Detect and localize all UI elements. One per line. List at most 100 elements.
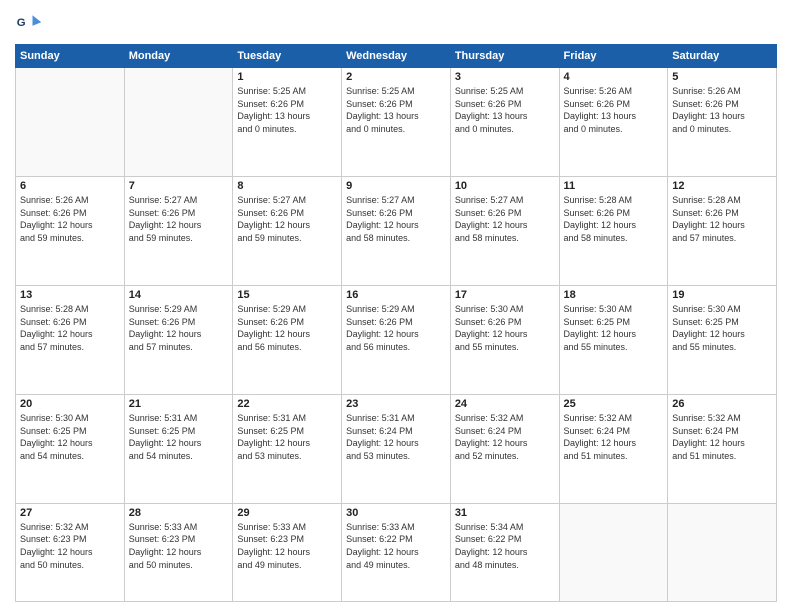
- day-info: Sunrise: 5:30 AM Sunset: 6:26 PM Dayligh…: [455, 303, 555, 353]
- day-info: Sunrise: 5:29 AM Sunset: 6:26 PM Dayligh…: [346, 303, 446, 353]
- day-info: Sunrise: 5:30 AM Sunset: 6:25 PM Dayligh…: [20, 412, 120, 462]
- day-info: Sunrise: 5:27 AM Sunset: 6:26 PM Dayligh…: [346, 194, 446, 244]
- day-number: 5: [672, 71, 772, 83]
- weekday-header-row: SundayMondayTuesdayWednesdayThursdayFrid…: [16, 45, 777, 68]
- day-info: Sunrise: 5:30 AM Sunset: 6:25 PM Dayligh…: [564, 303, 664, 353]
- day-number: 18: [564, 289, 664, 301]
- svg-text:G: G: [17, 17, 26, 29]
- calendar-cell: 25 Sunrise: 5:32 AM Sunset: 6:24 PM Dayli…: [559, 394, 668, 503]
- day-info: Sunrise: 5:32 AM Sunset: 6:24 PM Dayligh…: [564, 412, 664, 462]
- day-info: Sunrise: 5:26 AM Sunset: 6:26 PM Dayligh…: [672, 85, 772, 135]
- calendar-cell: 13 Sunrise: 5:28 AM Sunset: 6:26 PM Dayli…: [16, 285, 125, 394]
- day-info: Sunrise: 5:32 AM Sunset: 6:24 PM Dayligh…: [455, 412, 555, 462]
- calendar-cell: 14 Sunrise: 5:29 AM Sunset: 6:26 PM Dayli…: [124, 285, 233, 394]
- day-number: 19: [672, 289, 772, 301]
- day-info: Sunrise: 5:31 AM Sunset: 6:25 PM Dayligh…: [237, 412, 337, 462]
- weekday-header-saturday: Saturday: [668, 45, 777, 68]
- calendar-cell: 22 Sunrise: 5:31 AM Sunset: 6:25 PM Dayli…: [233, 394, 342, 503]
- day-number: 16: [346, 289, 446, 301]
- calendar-cell: 11Sunrise: 5:28 AM Sunset: 6:26 PM Dayli…: [559, 176, 668, 285]
- calendar-cell: 20 Sunrise: 5:30 AM Sunset: 6:25 PM Dayli…: [16, 394, 125, 503]
- day-info: Sunrise: 5:27 AM Sunset: 6:26 PM Dayligh…: [237, 194, 337, 244]
- calendar-cell: 29 Sunrise: 5:33 AM Sunset: 6:23 PM Dayli…: [233, 503, 342, 601]
- day-info: Sunrise: 5:31 AM Sunset: 6:24 PM Dayligh…: [346, 412, 446, 462]
- page: G SundayMondayTuesdayWednesdayThursdayFr…: [0, 0, 792, 612]
- logo-icon: G: [15, 10, 43, 38]
- day-number: 3: [455, 71, 555, 83]
- calendar-cell: [16, 68, 125, 177]
- calendar-table: SundayMondayTuesdayWednesdayThursdayFrid…: [15, 44, 777, 602]
- calendar-cell: [668, 503, 777, 601]
- calendar-cell: 7Sunrise: 5:27 AM Sunset: 6:26 PM Daylig…: [124, 176, 233, 285]
- day-info: Sunrise: 5:25 AM Sunset: 6:26 PM Dayligh…: [455, 85, 555, 135]
- day-number: 4: [564, 71, 664, 83]
- day-number: 15: [237, 289, 337, 301]
- weekday-header-tuesday: Tuesday: [233, 45, 342, 68]
- day-number: 25: [564, 398, 664, 410]
- weekday-header-sunday: Sunday: [16, 45, 125, 68]
- day-number: 31: [455, 507, 555, 519]
- week-row-3: 13 Sunrise: 5:28 AM Sunset: 6:26 PM Dayli…: [16, 285, 777, 394]
- day-number: 6: [20, 180, 120, 192]
- weekday-header-wednesday: Wednesday: [342, 45, 451, 68]
- day-info: Sunrise: 5:33 AM Sunset: 6:23 PM Dayligh…: [129, 521, 229, 571]
- calendar-cell: 12Sunrise: 5:28 AM Sunset: 6:26 PM Dayli…: [668, 176, 777, 285]
- calendar-cell: 19 Sunrise: 5:30 AM Sunset: 6:25 PM Dayli…: [668, 285, 777, 394]
- day-info: Sunrise: 5:26 AM Sunset: 6:26 PM Dayligh…: [20, 194, 120, 244]
- calendar-cell: 31Sunrise: 5:34 AM Sunset: 6:22 PM Dayli…: [450, 503, 559, 601]
- day-number: 21: [129, 398, 229, 410]
- day-info: Sunrise: 5:31 AM Sunset: 6:25 PM Dayligh…: [129, 412, 229, 462]
- calendar-cell: 28 Sunrise: 5:33 AM Sunset: 6:23 PM Dayli…: [124, 503, 233, 601]
- calendar-cell: 4 Sunrise: 5:26 AM Sunset: 6:26 PM Daylig…: [559, 68, 668, 177]
- calendar-cell: [559, 503, 668, 601]
- day-info: Sunrise: 5:33 AM Sunset: 6:23 PM Dayligh…: [237, 521, 337, 571]
- calendar-cell: [124, 68, 233, 177]
- week-row-4: 20 Sunrise: 5:30 AM Sunset: 6:25 PM Dayli…: [16, 394, 777, 503]
- calendar-cell: 16 Sunrise: 5:29 AM Sunset: 6:26 PM Dayli…: [342, 285, 451, 394]
- day-info: Sunrise: 5:25 AM Sunset: 6:26 PM Dayligh…: [237, 85, 337, 135]
- day-number: 27: [20, 507, 120, 519]
- calendar-cell: 1 Sunrise: 5:25 AM Sunset: 6:26 PM Daylig…: [233, 68, 342, 177]
- calendar-cell: 17 Sunrise: 5:30 AM Sunset: 6:26 PM Dayli…: [450, 285, 559, 394]
- day-info: Sunrise: 5:32 AM Sunset: 6:24 PM Dayligh…: [672, 412, 772, 462]
- day-number: 30: [346, 507, 446, 519]
- weekday-header-monday: Monday: [124, 45, 233, 68]
- day-number: 24: [455, 398, 555, 410]
- day-number: 29: [237, 507, 337, 519]
- day-info: Sunrise: 5:30 AM Sunset: 6:25 PM Dayligh…: [672, 303, 772, 353]
- day-info: Sunrise: 5:29 AM Sunset: 6:26 PM Dayligh…: [237, 303, 337, 353]
- day-number: 22: [237, 398, 337, 410]
- calendar-cell: 23Sunrise: 5:31 AM Sunset: 6:24 PM Dayli…: [342, 394, 451, 503]
- day-info: Sunrise: 5:28 AM Sunset: 6:26 PM Dayligh…: [564, 194, 664, 244]
- calendar-cell: 21 Sunrise: 5:31 AM Sunset: 6:25 PM Dayli…: [124, 394, 233, 503]
- week-row-1: 1 Sunrise: 5:25 AM Sunset: 6:26 PM Daylig…: [16, 68, 777, 177]
- day-number: 14: [129, 289, 229, 301]
- day-info: Sunrise: 5:28 AM Sunset: 6:26 PM Dayligh…: [20, 303, 120, 353]
- day-number: 13: [20, 289, 120, 301]
- day-number: 2: [346, 71, 446, 83]
- calendar-cell: 24 Sunrise: 5:32 AM Sunset: 6:24 PM Dayli…: [450, 394, 559, 503]
- day-number: 26: [672, 398, 772, 410]
- day-number: 1: [237, 71, 337, 83]
- day-number: 12: [672, 180, 772, 192]
- calendar-cell: 9 Sunrise: 5:27 AM Sunset: 6:26 PM Daylig…: [342, 176, 451, 285]
- day-number: 20: [20, 398, 120, 410]
- calendar-cell: 5 Sunrise: 5:26 AM Sunset: 6:26 PM Daylig…: [668, 68, 777, 177]
- calendar-cell: 3 Sunrise: 5:25 AM Sunset: 6:26 PM Daylig…: [450, 68, 559, 177]
- day-number: 17: [455, 289, 555, 301]
- day-info: Sunrise: 5:29 AM Sunset: 6:26 PM Dayligh…: [129, 303, 229, 353]
- weekday-header-friday: Friday: [559, 45, 668, 68]
- day-info: Sunrise: 5:26 AM Sunset: 6:26 PM Dayligh…: [564, 85, 664, 135]
- calendar-cell: 6 Sunrise: 5:26 AM Sunset: 6:26 PM Daylig…: [16, 176, 125, 285]
- day-number: 28: [129, 507, 229, 519]
- calendar-cell: 26 Sunrise: 5:32 AM Sunset: 6:24 PM Dayli…: [668, 394, 777, 503]
- calendar-cell: 8 Sunrise: 5:27 AM Sunset: 6:26 PM Daylig…: [233, 176, 342, 285]
- day-info: Sunrise: 5:32 AM Sunset: 6:23 PM Dayligh…: [20, 521, 120, 571]
- logo: G: [15, 10, 47, 38]
- day-number: 9: [346, 180, 446, 192]
- day-number: 8: [237, 180, 337, 192]
- calendar-cell: 18 Sunrise: 5:30 AM Sunset: 6:25 PM Dayli…: [559, 285, 668, 394]
- day-info: Sunrise: 5:25 AM Sunset: 6:26 PM Dayligh…: [346, 85, 446, 135]
- day-number: 7: [129, 180, 229, 192]
- week-row-5: 27 Sunrise: 5:32 AM Sunset: 6:23 PM Dayli…: [16, 503, 777, 601]
